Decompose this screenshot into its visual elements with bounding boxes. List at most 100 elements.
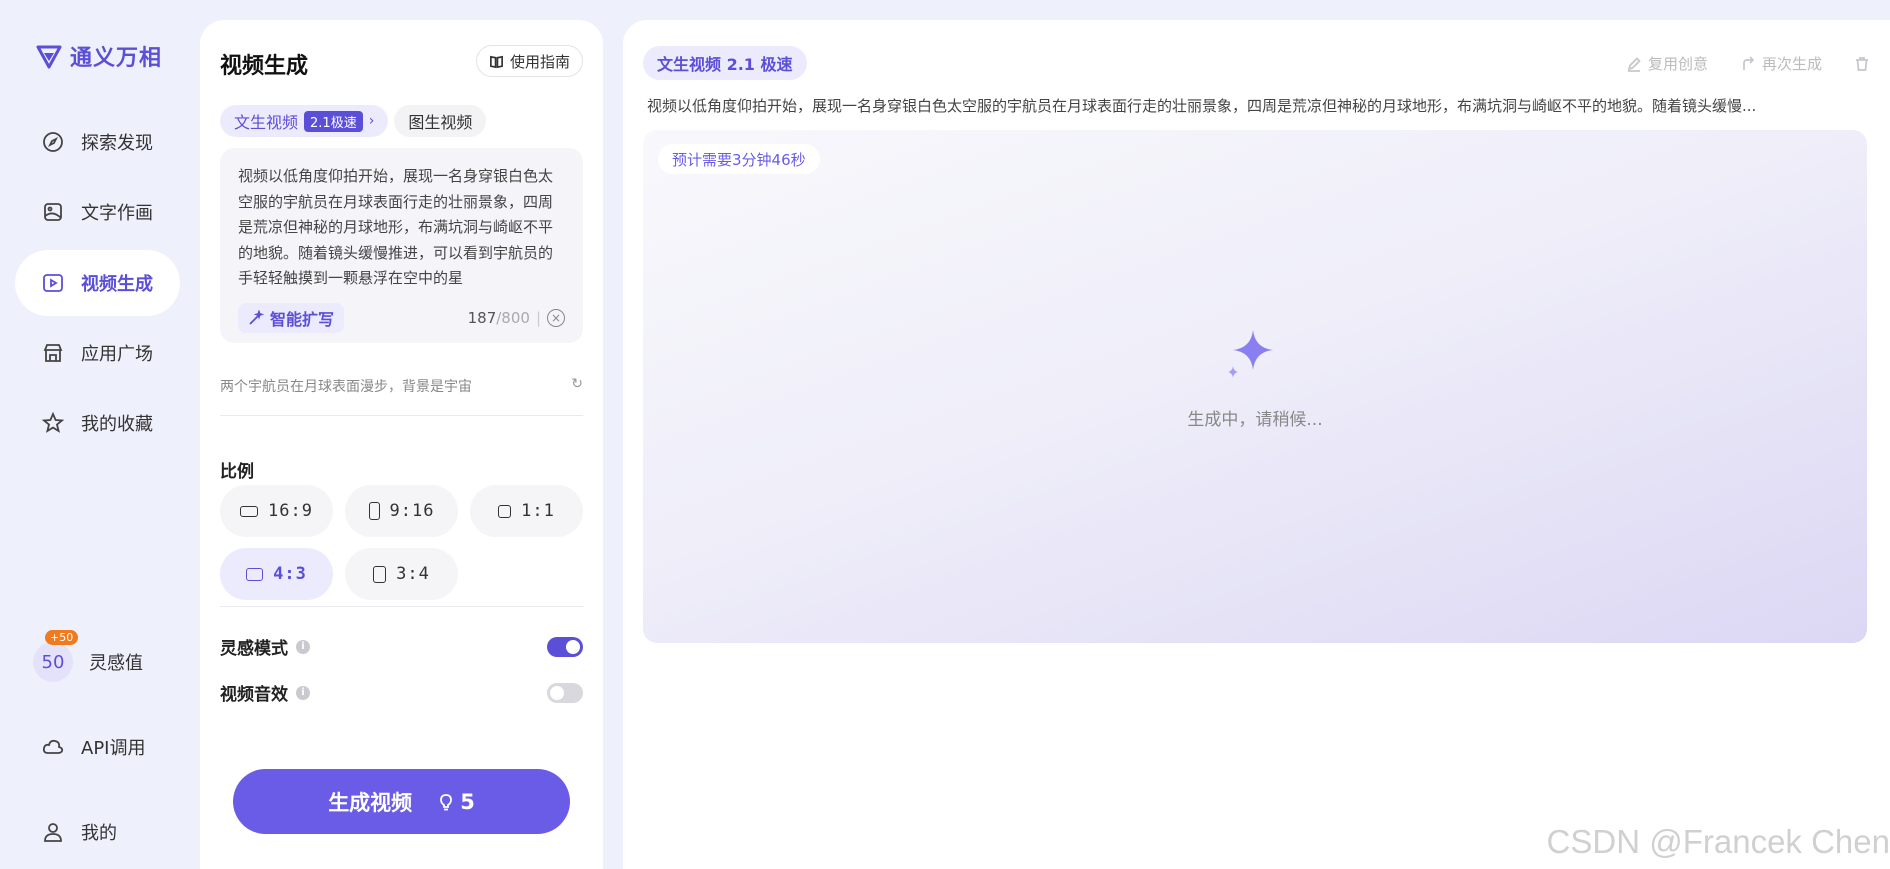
inspiration-mode-row: 灵感模式 i bbox=[220, 634, 583, 659]
ratio-16-9[interactable]: 16:9 bbox=[220, 485, 333, 537]
guide-button[interactable]: 使用指南 bbox=[475, 45, 583, 77]
char-count: 187 bbox=[467, 309, 497, 327]
delete-button[interactable] bbox=[1854, 56, 1870, 72]
video-preview: 预计需要3分钟46秒 生成中，请稍候... bbox=[643, 130, 1867, 643]
nav-label: API调用 bbox=[81, 738, 146, 759]
nav-item-text-to-image[interactable]: 文字作画 bbox=[15, 179, 180, 245]
nav-item-explore[interactable]: 探索发现 bbox=[15, 109, 180, 175]
speed-badge: 2.1极速 bbox=[304, 110, 363, 132]
refresh-icon[interactable]: ↻ bbox=[571, 376, 583, 396]
prompt-textarea[interactable]: 视频以低角度仰拍开始，展现一名身穿银白色太空服的宇航员在月球表面行走的壮丽景象，… bbox=[238, 164, 565, 292]
nav-item-favorites[interactable]: 我的收藏 bbox=[15, 390, 180, 456]
ratio-4-3[interactable]: 4:3 bbox=[220, 548, 333, 600]
regen-label: 再次生成 bbox=[1761, 55, 1822, 73]
tab-label: 文生视频 bbox=[234, 113, 299, 132]
tab-image-to-video[interactable]: 图生视频 bbox=[394, 105, 487, 137]
expand-label: 智能扩写 bbox=[270, 310, 335, 329]
sound-effect-row: 视频音效 i bbox=[220, 680, 583, 705]
ratio-label: 4:3 bbox=[273, 564, 307, 584]
result-panel: 文生视频 2.1 极速 复用创意 再次生成 视频以低角度仰拍开始，展现一名身穿银… bbox=[623, 20, 1890, 869]
guide-label: 使用指南 bbox=[509, 52, 570, 71]
info-icon[interactable]: i bbox=[296, 685, 310, 700]
nav-label: 文字作画 bbox=[81, 203, 153, 224]
lightbulb-icon bbox=[440, 793, 453, 810]
inspiration-mode-label: 灵感模式 i bbox=[220, 634, 310, 659]
portrait-icon bbox=[368, 502, 380, 520]
landscape-icon bbox=[240, 505, 259, 517]
settings-panel: 视频生成 使用指南 文生视频 2.1极速 › 图生视频 视频以低角度仰拍开始，展… bbox=[200, 20, 603, 869]
result-description: 视频以低角度仰拍开始，展现一名身穿银白色太空服的宇航员在月球表面行走的壮丽景象，… bbox=[647, 97, 1757, 115]
ratio-heading: 比例 bbox=[220, 462, 254, 482]
info-icon[interactable]: i bbox=[296, 639, 310, 654]
divider bbox=[220, 606, 583, 607]
smart-expand-button[interactable]: 智能扩写 bbox=[238, 303, 345, 333]
nav-label: 灵感值 bbox=[89, 653, 143, 674]
divider bbox=[220, 415, 583, 416]
ratio-label: 16:9 bbox=[268, 501, 313, 521]
sidebar: 通义万相 探索发现 文字作画 视频生成 应用广场 我的收藏 50 +50 灵感值… bbox=[0, 0, 200, 869]
inspiration-mode-toggle[interactable] bbox=[547, 636, 583, 657]
reuse-button[interactable]: 复用创意 bbox=[1626, 53, 1708, 74]
compass-icon bbox=[43, 132, 63, 152]
cost-value: 5 bbox=[460, 789, 475, 814]
nav-item-video[interactable]: 视频生成 bbox=[15, 250, 180, 316]
loading-text: 生成中，请稍候... bbox=[1187, 410, 1323, 430]
ratio-9-16[interactable]: 9:16 bbox=[345, 485, 458, 537]
toggle-knob bbox=[550, 685, 564, 700]
credits-value: 50 +50 bbox=[33, 630, 79, 682]
nav-label: 应用广场 bbox=[81, 344, 153, 365]
toggle-text: 视频音效 bbox=[220, 685, 288, 705]
user-icon bbox=[44, 823, 62, 842]
tab-label: 图生视频 bbox=[408, 113, 473, 132]
image-icon bbox=[44, 203, 62, 221]
result-actions: 复用创意 再次生成 bbox=[1626, 53, 1870, 74]
star-icon bbox=[41, 411, 65, 433]
eta-badge: 预计需要3分钟46秒 bbox=[658, 144, 820, 174]
suggestion-text[interactable]: 两个宇航员在月球表面漫步，背景是宇宙 bbox=[220, 376, 472, 396]
char-max: /800 bbox=[496, 309, 530, 327]
chevron-right-icon: › bbox=[368, 113, 375, 129]
logo-icon bbox=[36, 45, 62, 69]
square-icon bbox=[498, 504, 512, 518]
separator: | bbox=[535, 309, 541, 327]
mode-tabs: 文生视频 2.1极速 › 图生视频 bbox=[220, 105, 487, 137]
toggle-text: 灵感模式 bbox=[220, 639, 288, 659]
clear-icon[interactable]: × bbox=[547, 309, 565, 327]
generate-video-button[interactable]: 生成视频 5 bbox=[233, 769, 570, 834]
portrait-icon bbox=[373, 565, 387, 583]
video-icon bbox=[43, 274, 63, 292]
magic-wand-icon bbox=[249, 310, 264, 325]
sound-effect-label: 视频音效 i bbox=[220, 680, 310, 705]
ratio-label: 1:1 bbox=[521, 501, 555, 521]
nav-label: 我的 bbox=[81, 823, 117, 844]
store-icon bbox=[43, 344, 63, 362]
app-name: 通义万相 bbox=[70, 46, 163, 71]
nav-item-app-store[interactable]: 应用广场 bbox=[15, 320, 180, 386]
logo[interactable]: 通义万相 bbox=[34, 40, 162, 72]
tab-text-to-video[interactable]: 文生视频 2.1极速 › bbox=[220, 105, 389, 137]
prompt-footer: 智能扩写 187/800 | × bbox=[238, 303, 565, 333]
nav-label: 探索发现 bbox=[81, 133, 153, 154]
cloud-api-icon bbox=[42, 739, 64, 754]
nav-item-credits[interactable]: 50 +50 灵感值 bbox=[15, 629, 180, 695]
credits-badge: +50 bbox=[45, 630, 79, 645]
sparkle-icon bbox=[1228, 330, 1273, 378]
ratio-1-1[interactable]: 1:1 bbox=[470, 485, 583, 537]
nav-item-me[interactable]: 我的 bbox=[15, 799, 180, 865]
nav-label: 我的收藏 bbox=[81, 414, 153, 435]
watermark: CSDN @Francek Chen bbox=[1546, 823, 1890, 860]
generate-label: 生成视频 bbox=[328, 790, 413, 815]
ratio-label: 9:16 bbox=[389, 501, 435, 521]
char-counter: 187/800 | × bbox=[468, 309, 565, 327]
suggestion[interactable]: 两个宇航员在月球表面漫步，背景是宇宙 ↻ bbox=[220, 376, 583, 396]
prompt-box[interactable]: 视频以低角度仰拍开始，展现一名身穿银白色太空服的宇航员在月球表面行走的壮丽景象，… bbox=[220, 148, 583, 343]
regenerate-button[interactable]: 再次生成 bbox=[1740, 53, 1822, 74]
trash-icon bbox=[1856, 56, 1868, 71]
ratio-3-4[interactable]: 3:4 bbox=[345, 548, 458, 600]
ratio-label: 3:4 bbox=[396, 564, 430, 584]
result-model-tag: 文生视频 2.1 极速 bbox=[643, 46, 807, 80]
nav-item-api[interactable]: API调用 bbox=[15, 714, 180, 780]
landscape-icon bbox=[246, 567, 264, 581]
sound-effect-toggle[interactable] bbox=[547, 682, 583, 703]
toggle-knob bbox=[566, 639, 580, 654]
